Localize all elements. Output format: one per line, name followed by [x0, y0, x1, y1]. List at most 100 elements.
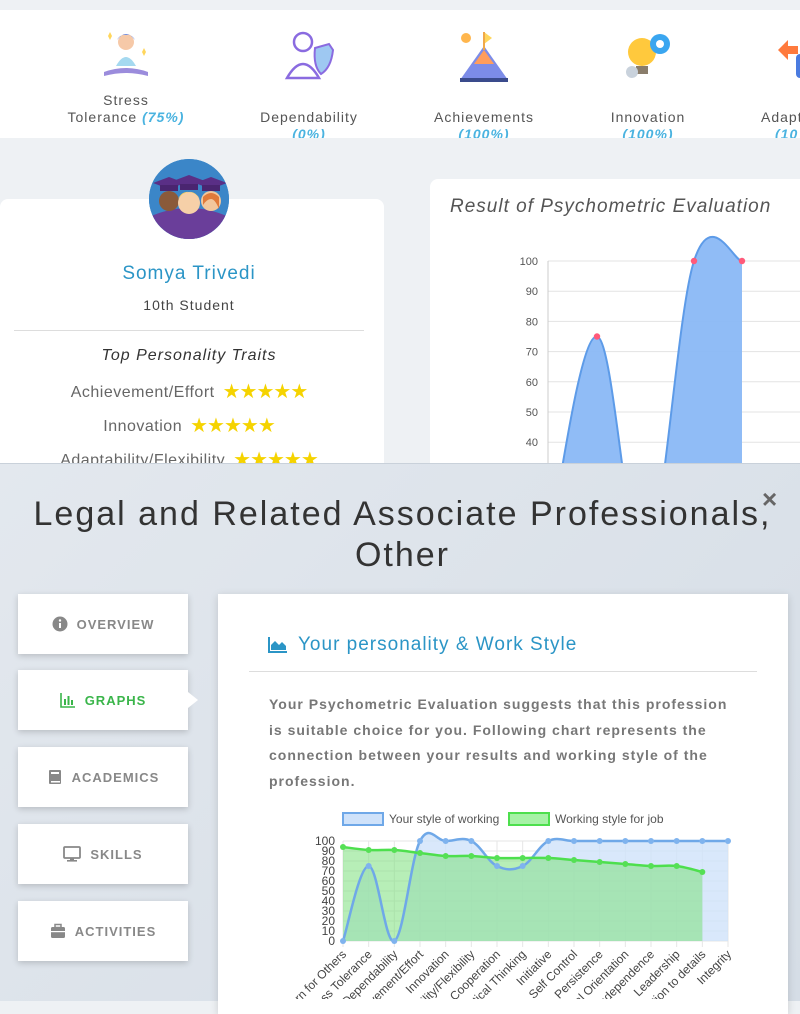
panel-title-text: Your personality & Work Style	[298, 634, 578, 655]
panel-title: Your personality & Work Style	[268, 634, 577, 656]
shield-person-icon	[284, 31, 335, 80]
graduates-avatar-icon	[149, 159, 229, 239]
area-chart-icon	[268, 637, 287, 653]
result-chart: 100 90 80 70 60 50 40	[520, 235, 800, 499]
data-point-yours	[365, 863, 372, 869]
top-trait-row: Innovation ★★★★★	[0, 413, 378, 438]
data-point-yours	[699, 838, 706, 844]
trait-label: Achievements (100%)	[434, 109, 534, 138]
graphs-panel: Your personality & Work Style Your Psych…	[218, 594, 788, 1014]
nav-activities-button[interactable]: ACTIVITIES	[18, 901, 188, 961]
data-point	[593, 333, 601, 340]
top-traits-title: Top Personality Traits	[101, 347, 277, 364]
data-point-yours	[519, 863, 526, 869]
top-trait-label: Innovation	[103, 418, 183, 435]
data-point-yours	[596, 838, 603, 844]
area-fill	[548, 236, 742, 499]
data-point-yours	[648, 838, 654, 844]
trait-label: Adapta(10	[761, 109, 800, 138]
nav-graphs-button[interactable]: GRAPHS	[18, 670, 198, 730]
data-point	[690, 257, 698, 265]
data-point-job	[417, 850, 423, 856]
data-point-yours	[673, 838, 680, 844]
legend-label: Your style of working	[389, 812, 499, 826]
close-button[interactable]: ×	[762, 484, 777, 515]
y-tick-label: 40	[526, 437, 538, 449]
divider	[14, 330, 364, 331]
trait-adaptability: Adapta(10	[752, 10, 800, 138]
mountain-flag-icon	[460, 32, 508, 82]
data-point-job	[391, 847, 398, 853]
data-point-job	[442, 853, 449, 859]
data-point-job	[596, 859, 603, 865]
nav-label: OVERVIEW	[76, 616, 155, 632]
divider	[249, 671, 757, 672]
data-point-yours	[571, 838, 577, 844]
profession-modal: Legal and Related Associate Professional…	[0, 463, 800, 1014]
data-point-yours	[340, 938, 346, 944]
student-class: 10th Student	[143, 297, 235, 313]
data-point-job	[545, 855, 552, 861]
data-point-job	[571, 857, 577, 863]
briefcase-icon	[50, 923, 65, 938]
data-point	[738, 257, 746, 265]
legend-swatch-job	[508, 812, 550, 826]
style-comparison-chart: Your style of working Working style for j…	[268, 812, 734, 999]
legend-swatch-yours	[342, 812, 384, 826]
info-icon	[52, 616, 68, 632]
data-point-job	[365, 847, 372, 853]
data-point-job	[648, 863, 654, 869]
data-point-job	[519, 855, 526, 861]
book-icon	[48, 770, 61, 784]
data-point-yours	[622, 838, 629, 844]
star-rating: ★★★★★	[190, 415, 276, 437]
data-point-yours	[725, 838, 731, 844]
y-tick-label: 0	[328, 934, 335, 948]
trait-label: Innovation (100%)	[610, 109, 686, 138]
data-point-job	[494, 855, 500, 861]
y-tick-label: 60	[526, 377, 538, 389]
trait-label: Dependability (0%)	[260, 109, 358, 138]
data-point-yours	[494, 863, 500, 869]
data-point-job	[699, 869, 706, 875]
student-name: Somya Trivedi	[122, 263, 256, 284]
monitor-icon	[63, 846, 82, 862]
star-rating: ★★★★★	[222, 381, 309, 403]
y-tick-label: 80	[526, 316, 538, 328]
top-trait-label: Achievement/Effort	[70, 384, 215, 401]
y-tick-label: 70	[526, 347, 538, 359]
data-point-job	[622, 861, 629, 867]
traits-strip: Stress Tolerance (75%) Dependability (0%) …	[0, 10, 800, 138]
adaptability-icon	[778, 40, 800, 78]
data-point-yours	[417, 838, 423, 844]
y-tick-label: 50	[526, 407, 538, 419]
nav-academics-button[interactable]: ACADEMICS	[18, 747, 188, 807]
data-point-job	[340, 844, 346, 850]
avatar	[149, 159, 229, 239]
data-point-yours	[545, 838, 552, 844]
legend-label: Working style for job	[555, 812, 664, 826]
y-tick-label: 90	[526, 286, 538, 298]
data-point-job	[468, 853, 475, 859]
trait-innovation: Innovation (100%)	[573, 10, 723, 138]
trait-dependability: Dependability (0%)	[234, 10, 384, 138]
data-point-job	[673, 863, 680, 869]
nav-skills-button[interactable]: SKILLS	[18, 824, 188, 884]
panel-description: Your Psychometric Evaluation suggests th…	[269, 696, 728, 789]
nav-label: ACADEMICS	[71, 769, 160, 785]
trait-label: Stress Tolerance (75%)	[67, 92, 185, 125]
data-point-yours	[442, 838, 449, 844]
nav-overview-button[interactable]: OVERVIEW	[18, 594, 188, 654]
bar-chart-icon	[59, 693, 75, 708]
meditation-icon	[104, 32, 148, 76]
data-point-yours	[468, 838, 475, 844]
nav-label: SKILLS	[90, 846, 143, 862]
data-point-yours	[391, 938, 398, 944]
nav-label: GRAPHS	[84, 692, 147, 708]
lightbulb-gear-icon	[626, 34, 670, 78]
result-card: Result of Psychometric Evaluation 100 90 8…	[430, 179, 800, 499]
trait-achievements: Achievements (100%)	[409, 10, 559, 138]
trait-stress-tolerance: Stress Tolerance (75%)	[51, 10, 201, 126]
nav-label: ACTIVITIES	[74, 923, 157, 939]
y-tick-label: 100	[520, 256, 538, 268]
